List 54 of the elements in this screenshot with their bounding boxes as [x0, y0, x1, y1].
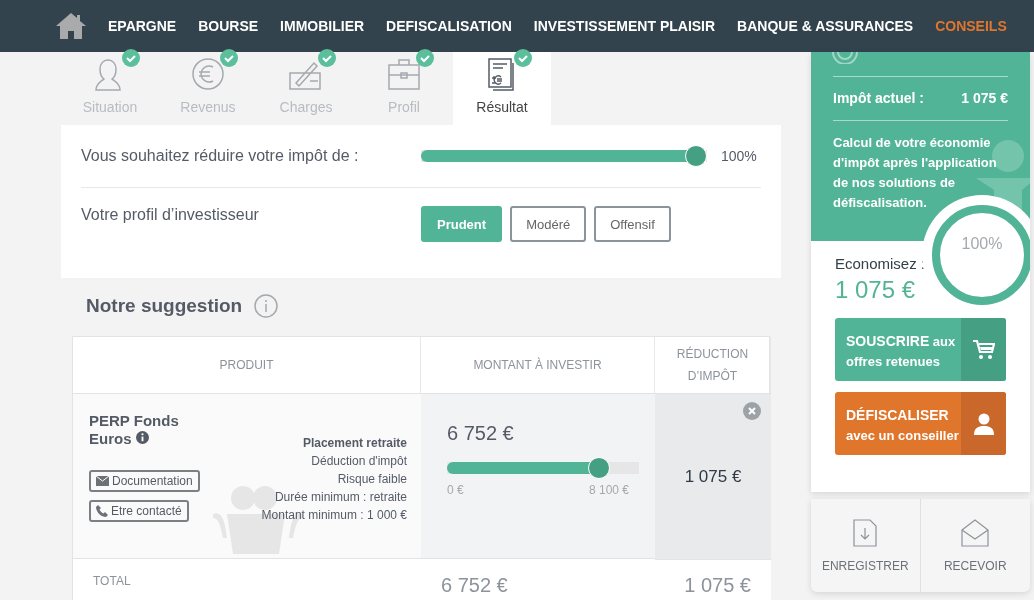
total-reduction: 1 075 € [684, 574, 751, 597]
slider-min: 0 € [447, 483, 464, 497]
home-icon[interactable] [56, 13, 86, 39]
slider-thumb[interactable] [588, 457, 611, 479]
total-amount: 6 752 € [441, 574, 508, 597]
feature-title: Placement retraite [302, 435, 407, 452]
envelope-icon [961, 518, 990, 547]
nav-link[interactable]: IMMOBILIER [280, 18, 365, 34]
action-button[interactable]: RECEVOIR [920, 499, 1030, 592]
tax-label: Impôt actuel : [833, 90, 924, 106]
nav-link[interactable]: EPARGNE [108, 18, 177, 34]
cheque-icon [288, 59, 324, 91]
nav-link[interactable]: BANQUE & ASSURANCES [737, 18, 914, 34]
nav-link[interactable]: BOURSE [198, 18, 259, 34]
feature-text: Montant minimum : 1 000 € [261, 507, 407, 524]
feature-text: Durée minimum : retraite [274, 489, 407, 506]
document-icon [487, 57, 517, 91]
reduction-value: 1 075 € [684, 466, 742, 487]
row-label: Votre profil d’investisseur [81, 206, 260, 224]
cart-icon [972, 339, 995, 360]
row-label: Vous souhaitez réduire votre impôt de : [81, 147, 360, 165]
slider-max: 8 100 € [588, 483, 629, 497]
product-action-button[interactable]: Etre contacté [89, 500, 189, 522]
phone-icon [96, 505, 108, 517]
savings-value: 1 075 € [835, 276, 917, 304]
briefcase-icon [387, 57, 421, 91]
savings-label: Economisez : [835, 255, 927, 272]
nav-link[interactable]: CONSEILS [935, 18, 1007, 34]
remove-button[interactable] [743, 402, 761, 420]
advisor-button[interactable]: DÉFISCALISER avec un conseiller [835, 392, 1006, 455]
profile-option[interactable]: Modéré [510, 206, 587, 242]
download-document-icon [853, 518, 878, 547]
amount-value: 6 752 € [447, 422, 515, 445]
person-icon [973, 412, 994, 435]
product-action-button[interactable]: Documentation [89, 470, 200, 492]
product-name: PERP Fonds Euros [89, 412, 180, 448]
total-label: TOTAL [93, 574, 131, 588]
gauge-reading: 100% [960, 235, 1004, 253]
slider-reading: 100% [721, 148, 757, 164]
feature-text: Déduction d'impôt [311, 453, 407, 470]
slider-thumb[interactable] [685, 145, 707, 167]
action-button[interactable]: ENREGISTRER [811, 499, 921, 592]
nav-link[interactable]: DEFISCALISATION [386, 18, 512, 34]
section-title: Notre suggestion [86, 295, 243, 317]
feature-text: Risque faible [337, 471, 407, 488]
profile-option[interactable]: Offensif [594, 206, 671, 242]
nav-link[interactable]: INVESTISSEMENT PLAISIR [533, 18, 716, 34]
mail-icon [96, 476, 109, 486]
info-icon[interactable] [135, 431, 149, 444]
close-icon [748, 407, 756, 415]
euro-icon [191, 57, 225, 91]
tax-value: 1 075 € [961, 90, 1008, 106]
step-tab[interactable]: Résultat [453, 52, 551, 125]
description-text: Calcul de votre économie d'impôt après l'application de nos solutions de défiscalisation. [833, 134, 998, 212]
